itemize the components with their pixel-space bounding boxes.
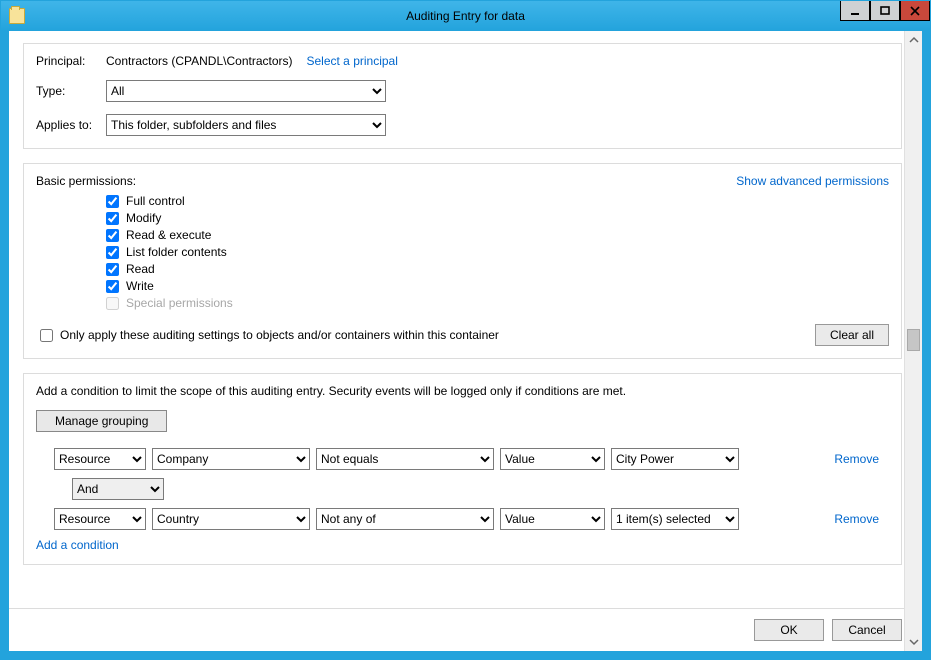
applies-to-select[interactable]: This folder, subfolders and files: [106, 114, 386, 136]
conditions-heading: Add a condition to limit the scope of th…: [36, 384, 889, 398]
scroll-down-button[interactable]: [905, 633, 922, 651]
condition-row: Resource Country Not any of Value 1 item(s) …: [54, 508, 889, 530]
permission-label: Read: [126, 262, 155, 276]
close-icon: [910, 6, 920, 16]
condition-subject-select[interactable]: Resource: [54, 508, 146, 530]
permissions-panel: Basic permissions: Show advanced permiss…: [23, 163, 902, 359]
clear-all-button[interactable]: Clear all: [815, 324, 889, 346]
dialog-footer: OK Cancel: [9, 608, 922, 651]
type-select[interactable]: All: [106, 80, 386, 102]
condition-connector-row: And: [72, 478, 889, 500]
scroll-area: Principal: Contractors (CPANDL\Contracto…: [9, 31, 922, 608]
permission-label: Modify: [126, 211, 161, 225]
condition-attribute-select[interactable]: Company: [152, 448, 310, 470]
permission-checkbox[interactable]: [106, 212, 119, 225]
permission-item[interactable]: Read: [106, 262, 889, 276]
condition-operator-select[interactable]: Not any of: [316, 508, 494, 530]
permissions-header: Basic permissions: Show advanced permiss…: [36, 174, 889, 188]
content: Principal: Contractors (CPANDL\Contracto…: [9, 31, 922, 651]
permission-item: Special permissions: [106, 296, 889, 310]
permission-item[interactable]: Modify: [106, 211, 889, 225]
only-apply-label[interactable]: Only apply these auditing settings to ob…: [36, 326, 499, 345]
principal-row: Principal: Contractors (CPANDL\Contracto…: [36, 54, 889, 68]
permission-label: Special permissions: [126, 296, 233, 310]
permission-item[interactable]: Read & execute: [106, 228, 889, 242]
condition-row: Resource Company Not equals Value City Power…: [54, 448, 889, 470]
permission-item[interactable]: Full control: [106, 194, 889, 208]
applies-to-row: Applies to: This folder, subfolders and …: [36, 114, 889, 136]
conditions-list: Resource Company Not equals Value City Power…: [36, 448, 889, 530]
remove-condition-link[interactable]: Remove: [834, 512, 879, 526]
maximize-button[interactable]: [870, 1, 900, 21]
scrollbar-track[interactable]: [905, 49, 922, 633]
permission-label: List folder contents: [126, 245, 227, 259]
conditions-panel: Add a condition to limit the scope of th…: [23, 373, 902, 565]
chevron-down-icon: [909, 637, 919, 647]
principal-value: Contractors (CPANDL\Contractors): [106, 54, 293, 68]
type-label: Type:: [36, 84, 106, 98]
chevron-up-icon: [909, 35, 919, 45]
content-outer: Principal: Contractors (CPANDL\Contracto…: [1, 31, 930, 659]
show-advanced-permissions-link[interactable]: Show advanced permissions: [736, 174, 889, 188]
type-row: Type: All: [36, 80, 889, 102]
permission-checkbox[interactable]: [106, 229, 119, 242]
permission-label: Read & execute: [126, 228, 211, 242]
permission-label: Write: [126, 279, 154, 293]
close-button[interactable]: [900, 1, 930, 21]
permission-checkbox[interactable]: [106, 280, 119, 293]
permission-label: Full control: [126, 194, 185, 208]
ok-button[interactable]: OK: [754, 619, 824, 641]
minimize-button[interactable]: [840, 1, 870, 21]
window-controls: [840, 1, 930, 21]
scrollbar-thumb[interactable]: [907, 329, 920, 351]
remove-condition-link[interactable]: Remove: [834, 452, 879, 466]
only-apply-checkbox[interactable]: [40, 329, 53, 342]
titlebar: Auditing Entry for data: [1, 1, 930, 31]
permissions-heading: Basic permissions:: [36, 174, 136, 188]
select-principal-link[interactable]: Select a principal: [307, 54, 398, 68]
window-title: Auditing Entry for data: [406, 9, 525, 23]
maximize-icon: [880, 6, 890, 16]
condition-connector-select[interactable]: And: [72, 478, 164, 500]
permission-item[interactable]: List folder contents: [106, 245, 889, 259]
only-apply-text: Only apply these auditing settings to ob…: [60, 328, 499, 342]
permissions-list: Full control Modify Read & execute List fol…: [106, 194, 889, 310]
condition-operator-select[interactable]: Not equals: [316, 448, 494, 470]
condition-value-type-select[interactable]: Value: [500, 508, 605, 530]
principal-label: Principal:: [36, 54, 106, 68]
add-condition-link[interactable]: Add a condition: [36, 538, 889, 552]
header-panel: Principal: Contractors (CPANDL\Contracto…: [23, 43, 902, 149]
condition-value-select[interactable]: 1 item(s) selected: [611, 508, 739, 530]
condition-attribute-select[interactable]: Country: [152, 508, 310, 530]
condition-subject-select[interactable]: Resource: [54, 448, 146, 470]
folder-icon: [9, 8, 25, 24]
auditing-entry-dialog: Auditing Entry for data Principal: Contr…: [0, 0, 931, 660]
condition-value-type-select[interactable]: Value: [500, 448, 605, 470]
scroll-up-button[interactable]: [905, 31, 922, 49]
manage-grouping-button[interactable]: Manage grouping: [36, 410, 167, 432]
permission-checkbox[interactable]: [106, 246, 119, 259]
permission-item[interactable]: Write: [106, 279, 889, 293]
applies-to-label: Applies to:: [36, 118, 106, 132]
only-apply-row: Only apply these auditing settings to ob…: [36, 324, 889, 346]
permission-checkbox[interactable]: [106, 195, 119, 208]
cancel-button[interactable]: Cancel: [832, 619, 902, 641]
vertical-scrollbar[interactable]: [904, 31, 922, 651]
permission-checkbox: [106, 297, 119, 310]
condition-value-select[interactable]: City Power: [611, 448, 739, 470]
minimize-icon: [850, 6, 860, 16]
permission-checkbox[interactable]: [106, 263, 119, 276]
